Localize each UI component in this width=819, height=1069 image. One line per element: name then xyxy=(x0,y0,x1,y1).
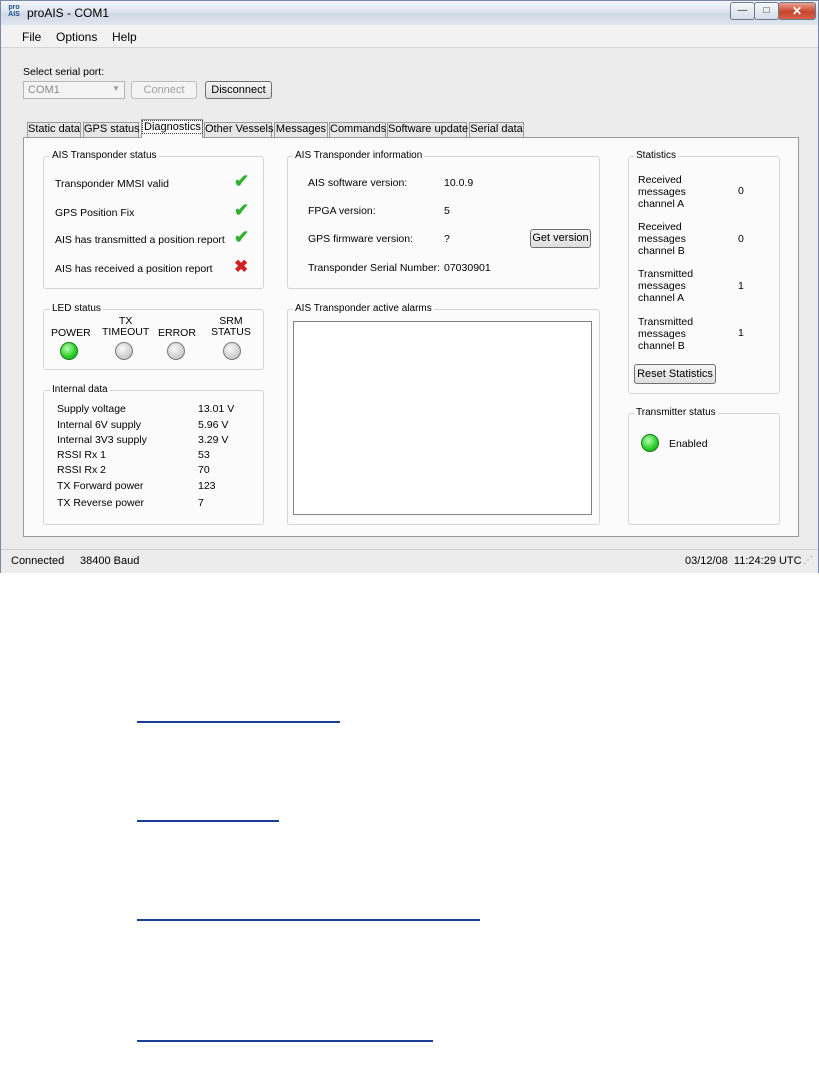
menu-help[interactable]: Help xyxy=(112,30,137,44)
transponder-info-title: AIS Transponder information xyxy=(293,150,425,161)
info-gps-firmware-value: ? xyxy=(444,233,450,245)
led-srm-status-label: SRM STATUS xyxy=(211,315,251,338)
link-underline[interactable] xyxy=(137,820,279,822)
status-datetime: 03/12/08 11:24:29 UTC xyxy=(685,555,802,567)
transmitter-state: Enabled xyxy=(669,438,708,450)
close-button[interactable]: ✕ xyxy=(778,2,816,20)
info-software-label: AIS software version: xyxy=(308,177,408,189)
resize-grip-icon[interactable]: ⋰ xyxy=(803,555,813,566)
get-version-button[interactable]: Get version xyxy=(530,229,591,248)
info-serial-number-value: 07030901 xyxy=(444,262,491,274)
internal-data-title: Internal data xyxy=(50,384,110,395)
stat-tx-a-value: 1 xyxy=(738,280,744,292)
tab-software-update[interactable]: Software update xyxy=(387,122,468,137)
disconnect-button[interactable]: Disconnect xyxy=(205,81,272,99)
internal-data-label: RSSI Rx 1 xyxy=(57,449,107,461)
led-status-title: LED status xyxy=(50,303,103,314)
stat-rx-b-label: Received messages channel B xyxy=(638,221,686,257)
led-power-icon xyxy=(60,342,78,360)
tab-diagnostics[interactable]: Diagnostics xyxy=(141,119,203,138)
transmitter-status-title: Transmitter status xyxy=(634,407,718,418)
internal-data-value: 70 xyxy=(198,464,210,476)
transmitter-status-group xyxy=(628,413,780,525)
info-fpga-value: 5 xyxy=(444,205,450,217)
serial-port-label: Select serial port: xyxy=(23,66,105,78)
check-icon: ✔ xyxy=(234,171,250,191)
connection-status: Connected xyxy=(11,555,65,567)
stat-rx-a-value: 0 xyxy=(738,185,744,197)
tab-static-data[interactable]: Static data xyxy=(27,122,81,137)
led-error-label: ERROR xyxy=(158,327,196,339)
internal-data-label: Internal 3V3 supply xyxy=(57,434,147,446)
transmitter-led-icon xyxy=(641,434,659,452)
stat-tx-b-value: 1 xyxy=(738,327,744,339)
internal-data-label: Internal 6V supply xyxy=(57,419,142,431)
cross-icon: ✖ xyxy=(234,257,249,276)
info-serial-number-label: Transponder Serial Number: xyxy=(308,262,441,274)
tab-commands[interactable]: Commands xyxy=(329,122,386,137)
status-mmsi-label: Transponder MMSI valid xyxy=(55,178,169,190)
window-title: proAIS - COM1 xyxy=(27,6,110,20)
app-logo-icon: pro AIS xyxy=(8,4,20,18)
internal-data-value: 53 xyxy=(198,449,210,461)
alarms-list[interactable] xyxy=(293,321,592,515)
internal-data-value: 13.01 V xyxy=(198,403,235,415)
internal-data-label: TX Reverse power xyxy=(57,497,144,509)
reset-statistics-button[interactable]: Reset Statistics xyxy=(634,364,716,384)
status-transmitted-label: AIS has transmitted a position report xyxy=(55,234,225,246)
info-fpga-label: FPGA version: xyxy=(308,205,376,217)
internal-data-value: 7 xyxy=(198,497,204,509)
title-bar[interactable]: pro AIS proAIS - COM1 — □ ✕ xyxy=(1,1,818,26)
stat-rx-a-label: Received messages channel A xyxy=(638,174,686,210)
maximize-button[interactable]: □ xyxy=(754,2,779,20)
internal-data-value: 5.96 V xyxy=(198,419,229,431)
transponder-status-title: AIS Transponder status xyxy=(50,150,159,161)
led-srm-status-icon xyxy=(223,342,241,360)
internal-data-label: RSSI Rx 2 xyxy=(57,464,107,476)
connect-button[interactable]: Connect xyxy=(131,81,197,99)
check-icon: ✔ xyxy=(234,200,250,220)
status-gps-fix-label: GPS Position Fix xyxy=(55,207,135,219)
menu-options[interactable]: Options xyxy=(56,30,97,44)
led-tx-timeout-label: TX TIMEOUT xyxy=(102,315,150,338)
status-bar: Connected 38400 Baud 03/12/08 11:24:29 U… xyxy=(1,549,818,573)
tab-gps-status[interactable]: GPS status xyxy=(83,122,140,137)
internal-data-label: Supply voltage xyxy=(57,403,126,415)
menu-file[interactable]: File xyxy=(22,30,41,44)
led-power-label: POWER xyxy=(51,327,91,339)
link-underline[interactable] xyxy=(137,721,340,723)
link-underline[interactable] xyxy=(137,919,480,921)
link-underline[interactable] xyxy=(137,1040,433,1042)
tab-serial-data[interactable]: Serial data xyxy=(469,122,524,137)
led-error-icon xyxy=(167,342,185,360)
tab-messages[interactable]: Messages xyxy=(274,122,328,137)
tab-diagnostics-label: Diagnostics xyxy=(142,120,203,134)
chevron-down-icon: ▼ xyxy=(112,84,120,93)
internal-data-value: 123 xyxy=(198,480,216,492)
internal-data-label: TX Forward power xyxy=(57,480,144,492)
serial-port-value: COM1 xyxy=(28,84,60,96)
baud-rate: 38400 Baud xyxy=(80,555,140,567)
stat-tx-a-label: Transmitted messages channel A xyxy=(638,268,694,304)
statistics-title: Statistics xyxy=(634,150,679,161)
info-gps-firmware-label: GPS firmware version: xyxy=(308,233,414,245)
internal-data-value: 3.29 V xyxy=(198,434,229,446)
app-window: pro AIS proAIS - COM1 — □ ✕ File Options… xyxy=(0,0,819,573)
tab-other-vessels[interactable]: Other Vessels xyxy=(204,122,273,137)
info-software-value: 10.0.9 xyxy=(444,177,474,189)
check-icon: ✔ xyxy=(234,227,250,247)
minimize-button[interactable]: — xyxy=(730,2,755,20)
stat-tx-b-label: Transmitted messages channel B xyxy=(638,316,694,352)
serial-port-select[interactable]: COM1 ▼ xyxy=(23,81,125,99)
status-received-label: AIS has received a position report xyxy=(55,263,213,275)
stat-rx-b-value: 0 xyxy=(738,233,744,245)
alarms-title: AIS Transponder active alarms xyxy=(293,303,434,314)
led-tx-timeout-icon xyxy=(115,342,133,360)
